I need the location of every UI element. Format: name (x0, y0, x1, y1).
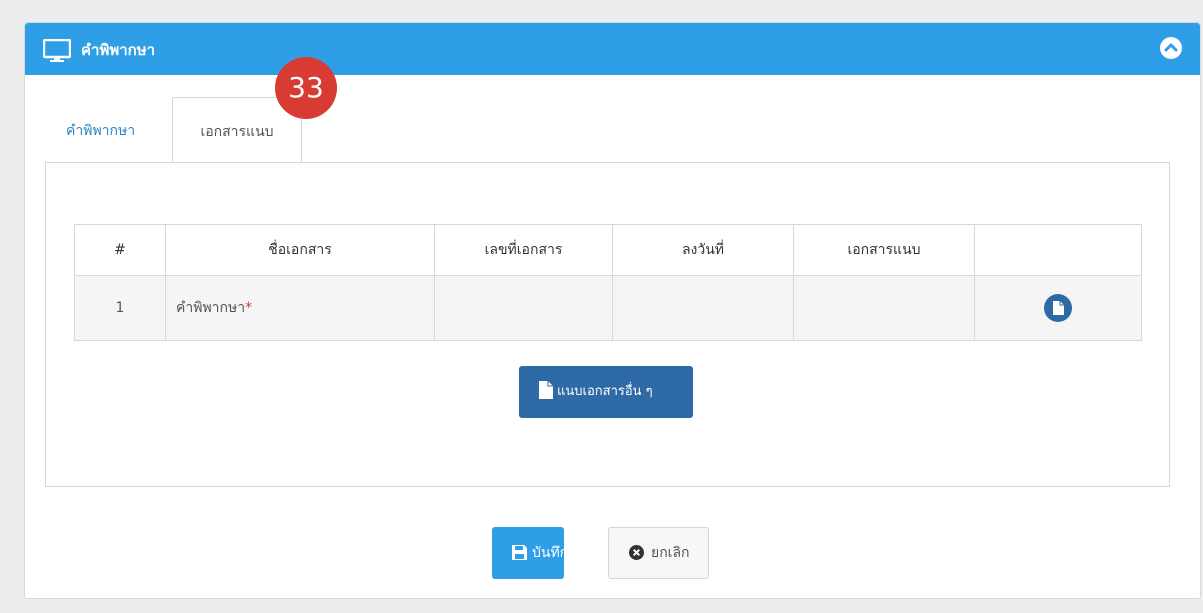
save-button[interactable]: บันทึก (492, 527, 568, 579)
tab-judgment[interactable]: คำพิพากษา (39, 97, 169, 163)
col-header-date: ลงวันที่ (612, 224, 794, 276)
monitor-icon (43, 39, 71, 62)
required-mark: * (245, 300, 253, 316)
upload-file-button[interactable] (1044, 294, 1072, 322)
attachments-tab-content: # ชื่อเอกสาร เลขที่เอกสาร ลงวันที่ เอกสา… (45, 162, 1170, 487)
col-header-document-number: เลขที่เอกสาร (434, 224, 613, 276)
table-header-row: # ชื่อเอกสาร เลขที่เอกสาร ลงวันที่ เอกสา… (74, 224, 1142, 276)
document-name-text: คำพิพากษา (176, 300, 246, 316)
row-number: 1 (74, 275, 166, 341)
file-icon (539, 381, 553, 399)
col-header-attachment: เอกสารแนบ (793, 224, 975, 276)
cancel-label: ยกเลิก (651, 545, 690, 561)
documents-table: # ชื่อเอกสาร เลขที่เอกสาร ลงวันที่ เอกสา… (74, 224, 1142, 341)
panel-title: คำพิพากษา (81, 41, 156, 59)
row-document-name: คำพิพากษา* (165, 275, 435, 341)
step-badge: 33 (275, 57, 337, 119)
row-attachment (793, 275, 975, 341)
save-label: บันทึก (532, 545, 569, 561)
chevron-up-icon (1164, 43, 1178, 52)
file-icon (1053, 301, 1064, 315)
row-date (612, 275, 794, 341)
table-row: 1 คำพิพากษา* (74, 275, 1142, 341)
row-action (974, 275, 1142, 341)
times-circle-icon (629, 545, 644, 560)
col-header-action (974, 224, 1142, 276)
collapse-button[interactable] (1160, 37, 1182, 59)
row-document-number (434, 275, 613, 341)
judgment-panel: คำพิพากษา คำพิพากษา เอกสารแนบ 33 # ชื่อเ… (24, 22, 1201, 599)
cancel-button[interactable]: ยกเลิก (608, 527, 709, 579)
panel-header: คำพิพากษา (25, 23, 1200, 75)
col-header-document-name: ชื่อเอกสาร (165, 224, 435, 276)
floppy-disk-icon (512, 545, 527, 560)
col-header-number: # (74, 224, 166, 276)
attach-other-label: แนบเอกสารอื่น ๆ (557, 384, 653, 399)
attach-other-documents-button[interactable]: แนบเอกสารอื่น ๆ (519, 366, 693, 418)
